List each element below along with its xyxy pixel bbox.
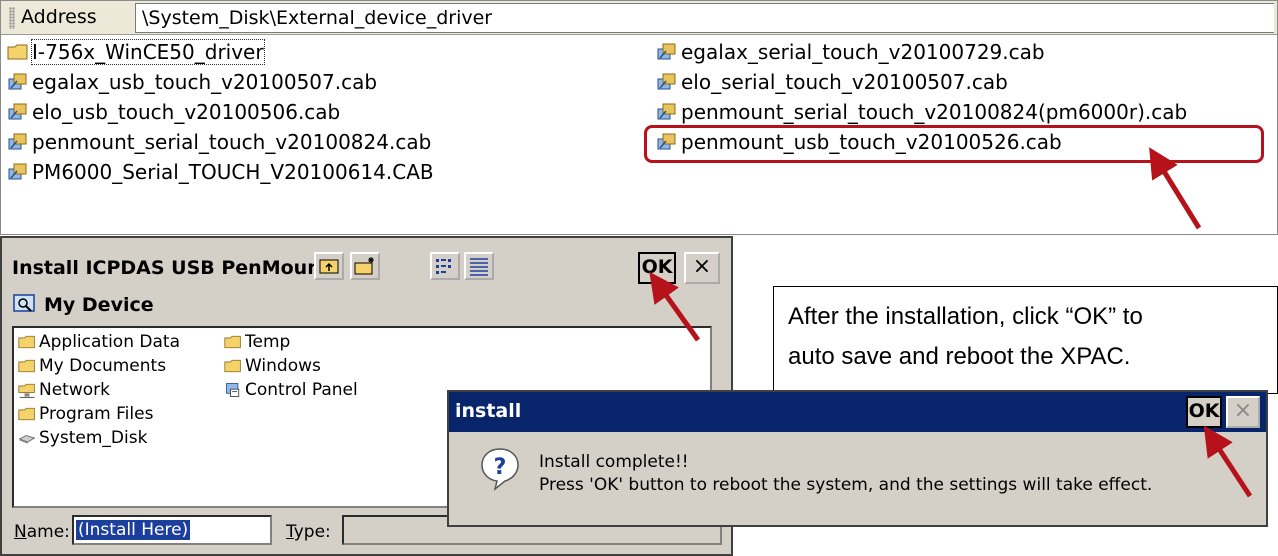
folder-item-label: Application Data: [39, 332, 180, 352]
svg-text:?: ?: [494, 455, 507, 480]
file-item[interactable]: elo_serial_touch_v20100507.cab: [656, 67, 1271, 97]
install-dialog-title: Install ICPDAS USB PenMount: [12, 257, 330, 279]
name-label: Name:: [14, 522, 70, 542]
new-folder-button[interactable]: [350, 252, 380, 280]
dialog-title: install: [455, 400, 522, 422]
folder-item[interactable]: My Documents: [18, 354, 218, 378]
folder-item[interactable]: Temp: [224, 330, 424, 354]
folder-item-label: Control Panel: [245, 380, 358, 400]
folder-icon: [18, 333, 36, 351]
cab-file-icon: [7, 161, 29, 183]
dialog-message-line-1: Install complete!!: [539, 452, 689, 472]
folder-item-label: Program Files: [39, 404, 154, 424]
question-icon: ?: [481, 448, 519, 491]
folder-column-1: Application Data My Documents Network Progr…: [18, 330, 218, 450]
cab-file-icon: [7, 101, 29, 123]
file-explorer: Address \System_Disk\External_device_dri…: [0, 0, 1278, 235]
file-item-label: egalax_serial_touch_v20100729.cab: [681, 40, 1045, 64]
file-item-label: I-756x_WinCE50_driver: [31, 39, 265, 65]
name-input[interactable]: (Install Here): [72, 515, 272, 545]
toolbar-grip[interactable]: [9, 7, 15, 29]
highlight-box: [644, 125, 1264, 163]
details-view-button[interactable]: [464, 252, 494, 280]
folder-item-label: Network: [39, 380, 110, 400]
folder-item-label: My Documents: [39, 356, 167, 376]
folder-icon: [224, 333, 242, 351]
folder-item[interactable]: Windows: [224, 354, 424, 378]
folder-icon: [7, 41, 29, 63]
cab-file-icon: [656, 71, 678, 93]
file-item[interactable]: I-756x_WinCE50_driver: [7, 37, 627, 67]
dialog-close-button[interactable]: ×: [1226, 396, 1260, 428]
dialog-message-line-2: Press 'OK' button to reboot the system, …: [539, 475, 1153, 495]
file-item-label: PM6000_Serial_TOUCH_V20100614.CAB: [32, 160, 434, 184]
cab-file-icon: [656, 41, 678, 63]
folder-item-label: System_Disk: [39, 428, 148, 448]
dialog-titlebar: install OK ×: [449, 392, 1266, 432]
close-button[interactable]: ×: [684, 252, 720, 284]
folder-item[interactable]: System_Disk: [18, 426, 218, 450]
install-complete-dialog: install OK × ? Install complete!! Press …: [447, 390, 1268, 527]
new-folder-icon: [354, 257, 374, 275]
dialog-ok-button[interactable]: OK: [1186, 396, 1222, 428]
list-view-icon: [436, 259, 451, 274]
file-item-label: penmount_serial_touch_v20100824(pm6000r)…: [681, 100, 1188, 124]
file-item-label: elo_usb_touch_v20100506.cab: [32, 100, 341, 124]
file-item-label: egalax_usb_touch_v20100507.cab: [32, 70, 378, 94]
folder-item-label: Temp: [245, 332, 291, 352]
folder-column-2: Temp Windows Control Panel: [224, 330, 424, 402]
details-view-icon: [470, 258, 488, 276]
file-item[interactable]: penmount_serial_touch_v20100824.cab: [7, 127, 627, 157]
type-label: Type:: [286, 522, 331, 542]
file-item[interactable]: PM6000_Serial_TOUCH_V20100614.CAB: [7, 157, 627, 187]
list-view-button[interactable]: [430, 252, 460, 280]
address-bar: Address \System_Disk\External_device_dri…: [1, 1, 1277, 35]
control-panel-icon: [224, 381, 242, 399]
instruction-callout: After the installation, click “OK” to au…: [773, 286, 1278, 394]
up-folder-icon: [319, 259, 339, 274]
callout-line-2: auto save and reboot the XPAC.: [788, 343, 1131, 370]
folder-item-label: Windows: [245, 356, 321, 376]
folder-icon: [224, 357, 242, 375]
cab-file-icon: [7, 131, 29, 153]
cab-file-icon: [7, 71, 29, 93]
file-item-label: elo_serial_touch_v20100507.cab: [681, 70, 1008, 94]
folder-item[interactable]: Control Panel: [224, 378, 424, 402]
file-item[interactable]: egalax_serial_touch_v20100729.cab: [656, 37, 1271, 67]
folder-item[interactable]: Network: [18, 378, 218, 402]
up-folder-button[interactable]: [314, 252, 344, 280]
ok-button[interactable]: OK: [638, 252, 676, 284]
cab-file-icon: [656, 101, 678, 123]
location-label: My Device: [44, 294, 154, 316]
disk-icon: [18, 429, 36, 447]
name-input-value: (Install Here): [76, 520, 191, 540]
file-item[interactable]: penmount_serial_touch_v20100824(pm6000r)…: [656, 97, 1271, 127]
address-input[interactable]: \System_Disk\External_device_driver: [135, 3, 1274, 33]
callout-line-1: After the installation, click “OK” to: [788, 303, 1143, 330]
my-device-icon: [13, 294, 35, 312]
location-bar: My Device: [12, 290, 722, 320]
network-folder-icon: [18, 381, 36, 399]
file-item-label: penmount_serial_touch_v20100824.cab: [32, 130, 432, 154]
address-label: Address: [21, 6, 97, 28]
folder-item[interactable]: Application Data: [18, 330, 218, 354]
folder-item[interactable]: Program Files: [18, 402, 218, 426]
folder-icon: [18, 357, 36, 375]
file-item[interactable]: elo_usb_touch_v20100506.cab: [7, 97, 627, 127]
file-list-left: I-756x_WinCE50_driver egalax_usb_touch_v2…: [7, 37, 627, 187]
file-item[interactable]: egalax_usb_touch_v20100507.cab: [7, 67, 627, 97]
folder-icon: [18, 405, 36, 423]
